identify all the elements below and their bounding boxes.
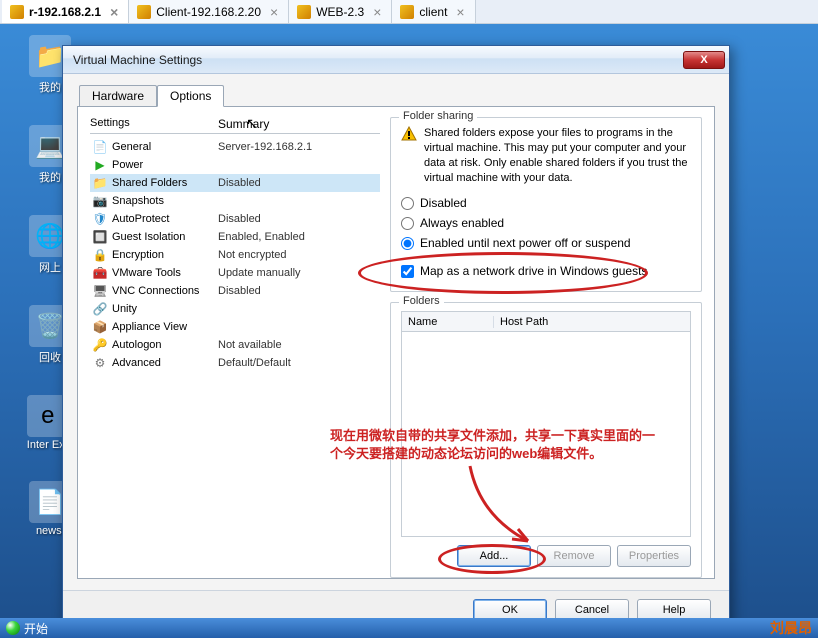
radio-disabled[interactable]: Disabled (401, 193, 691, 213)
dialog-title: Virtual Machine Settings (73, 53, 683, 67)
settings-item-autologon[interactable]: 🔑AutologonNot available (90, 336, 380, 354)
shield-icon: 🛡 (92, 212, 108, 226)
vm-tab-client20[interactable]: Client-192.168.2.20× (129, 0, 289, 23)
remove-button[interactable]: Remove (537, 545, 611, 567)
vm-tab-web23[interactable]: WEB-2.3× (289, 0, 392, 23)
settings-list[interactable]: 📄GeneralServer-192.168.2.1▶Power📁Shared … (90, 138, 380, 372)
settings-item-general[interactable]: 📄GeneralServer-192.168.2.1 (90, 138, 380, 156)
start-button[interactable]: 开始 (6, 620, 48, 637)
settings-item-appliance-view[interactable]: 📦Appliance View (90, 318, 380, 336)
close-icon[interactable]: × (270, 4, 278, 20)
vm-tab-server[interactable]: r-192.168.2.1× (2, 0, 129, 23)
appliance-icon: 📦 (92, 320, 108, 334)
warning-text: Shared folders expose your files to prog… (424, 126, 691, 185)
settings-item-power[interactable]: ▶Power (90, 156, 380, 174)
lock-icon: 🔒 (92, 248, 108, 262)
annotation-text: 现在用微软自带的共享文件添加，共享一下真实里面的一个今天要搭建的动态论坛访问的w… (330, 427, 666, 463)
close-icon[interactable]: × (110, 4, 118, 20)
isolation-icon: 🔲 (92, 230, 108, 244)
tools-icon: 🧰 (92, 266, 108, 280)
power-icon: ▶ (92, 158, 108, 172)
annotation-ellipse-add (438, 544, 546, 574)
watermark: 刘晨昂 (770, 618, 812, 638)
cursor-icon: ↖ (246, 115, 258, 132)
vnc-icon: 🖥 (92, 284, 108, 298)
tab-options[interactable]: Options (157, 85, 224, 107)
settings-list-header: Settings Summary↖ (90, 117, 380, 134)
settings-item-unity[interactable]: 🔗Unity (90, 300, 380, 318)
settings-item-shared-folders[interactable]: 📁Shared FoldersDisabled (90, 174, 380, 192)
vm-tab-client[interactable]: client× (392, 0, 475, 23)
vm-tabs-bar: r-192.168.2.1× Client-192.168.2.20× WEB-… (0, 0, 818, 24)
settings-item-guest-isolation[interactable]: 🔲Guest IsolationEnabled, Enabled (90, 228, 380, 246)
settings-item-advanced[interactable]: ⚙AdvancedDefault/Default (90, 354, 380, 372)
general-icon: 📄 (92, 140, 108, 154)
taskbar[interactable]: 开始 刘晨昂 (0, 618, 818, 638)
annotation-ellipse (358, 252, 648, 294)
warning-icon (401, 126, 417, 142)
radio-always[interactable]: Always enabled (401, 213, 691, 233)
vm-settings-dialog: Virtual Machine Settings X Hardware Opti… (62, 45, 730, 629)
properties-button[interactable]: Properties (617, 545, 691, 567)
settings-item-vmware-tools[interactable]: 🧰VMware ToolsUpdate manually (90, 264, 380, 282)
settings-item-encryption[interactable]: 🔒EncryptionNot encrypted (90, 246, 380, 264)
unity-icon: 🔗 (92, 302, 108, 316)
key-icon: 🔑 (92, 338, 108, 352)
close-icon[interactable]: × (456, 4, 464, 20)
folder-icon: 📁 (92, 176, 108, 190)
snapshot-icon: 📷 (92, 194, 108, 208)
tab-hardware[interactable]: Hardware (79, 85, 157, 107)
settings-item-vnc-connections[interactable]: 🖥VNC ConnectionsDisabled (90, 282, 380, 300)
settings-item-snapshots[interactable]: 📷Snapshots (90, 192, 380, 210)
advanced-icon: ⚙ (92, 356, 108, 370)
settings-item-autoprotect[interactable]: 🛡AutoProtectDisabled (90, 210, 380, 228)
folders-header: Name Host Path (401, 311, 691, 331)
close-button[interactable]: X (683, 51, 725, 69)
radio-until-poweroff[interactable]: Enabled until next power off or suspend (401, 233, 691, 253)
close-icon[interactable]: × (373, 4, 381, 20)
dialog-titlebar[interactable]: Virtual Machine Settings X (63, 46, 729, 74)
